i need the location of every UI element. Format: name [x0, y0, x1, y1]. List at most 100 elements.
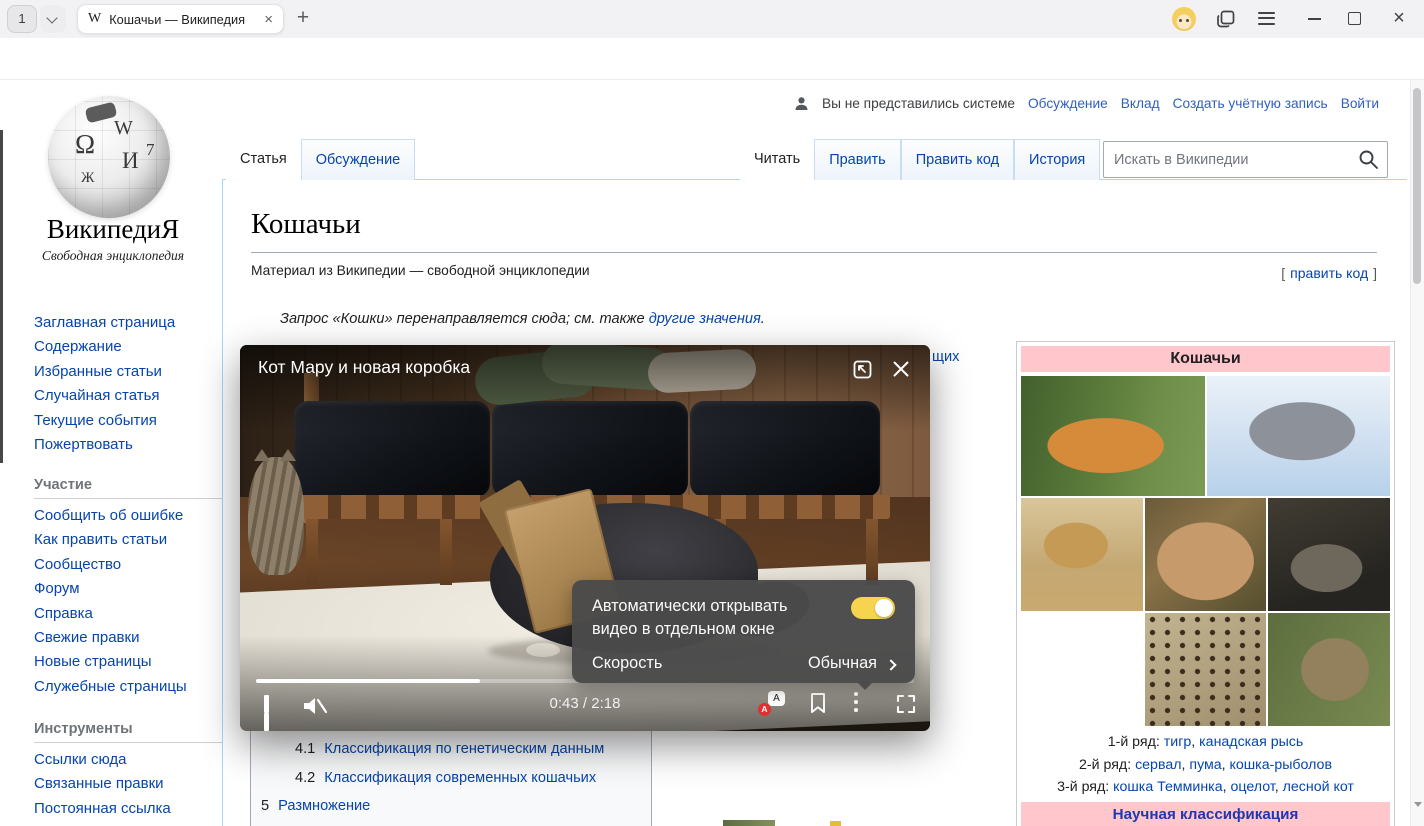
translate-icon[interactable]: A А	[758, 691, 785, 716]
sidebar-header-participation: Участие	[34, 477, 222, 499]
tab-edit-link[interactable]: Править	[829, 152, 886, 168]
sidebar-item-related-changes[interactable]: Связанные правки	[34, 772, 224, 796]
canada-lynx-image[interactable]	[1207, 376, 1391, 496]
menu-icon[interactable]	[1258, 12, 1275, 25]
tab-edit-source-link[interactable]: Править код	[916, 152, 999, 168]
article-text-fragment[interactable]: щих	[932, 349, 959, 365]
link-temminck[interactable]: кошка Темминка	[1113, 779, 1222, 795]
hatnote: Запрос «Кошки» перенаправляется сюда; см…	[280, 311, 765, 327]
hatnote-link[interactable]: другие значения	[649, 311, 761, 327]
restore-to-page-icon[interactable]	[851, 358, 874, 381]
speed-menu-item[interactable]: Скорость Обычная	[592, 654, 895, 673]
personal-link-login[interactable]: Войти	[1341, 96, 1379, 111]
puzzle-piece-dark	[85, 102, 118, 124]
sidebar-item-community[interactable]: Сообщество	[34, 553, 224, 577]
link-tiger[interactable]: тигр	[1164, 734, 1192, 750]
fullscreen-icon[interactable]	[894, 692, 918, 716]
link-lynx[interactable]: канадская рысь	[1199, 734, 1303, 750]
link-wildcat[interactable]: лесной кот	[1283, 779, 1354, 795]
tab-article[interactable]: Статья	[226, 139, 301, 180]
caption-row-2: 2-й ряд: сервал, пума, кошка-рыболов	[1020, 754, 1391, 777]
ocelot-image[interactable]	[1145, 613, 1267, 726]
personal-link-talk[interactable]: Обсуждение	[1028, 96, 1108, 111]
sidebar-item-new-pages[interactable]: Новые страницы	[34, 650, 224, 674]
taxobox-section-header: Научная классификация	[1021, 802, 1390, 826]
tab-close-icon[interactable]: ×	[264, 12, 273, 27]
sidebar-item-permanent-link[interactable]: Постоянная ссылка	[34, 797, 224, 821]
search-input[interactable]	[1104, 142, 1352, 177]
hatnote-text: .	[761, 311, 765, 327]
bracket: ]	[1373, 265, 1377, 281]
tab-talk-link[interactable]: Обсуждение	[316, 152, 400, 168]
sidebar-item-report-error[interactable]: Сообщить об ошибке	[34, 504, 224, 528]
video-close-icon[interactable]	[890, 358, 912, 380]
toc-item[interactable]: 4.2Классификация современных кошачьих	[251, 764, 651, 793]
temminck-cat-image[interactable]	[1021, 613, 1143, 726]
browser-tab[interactable]: W Кошачьи — Википедия ×	[77, 4, 284, 34]
sidebar-item-current-events[interactable]: Текущие события	[34, 409, 224, 433]
sidebar-header-tools: Инструменты	[34, 721, 222, 743]
video-player[interactable]: Кот Мару и новая коробка 0:43	[240, 345, 930, 731]
close-button[interactable]: ×	[1389, 5, 1409, 33]
bracket: [	[1281, 265, 1285, 281]
sidebar-item-random[interactable]: Случайная статья	[34, 384, 224, 408]
tab-counter-button[interactable]: 1	[7, 5, 37, 33]
wiki-search	[1103, 141, 1388, 178]
toc-link[interactable]: Классификация по генетическим данным	[324, 741, 604, 757]
tab-read[interactable]: Читать	[740, 139, 814, 180]
puma-image[interactable]	[1145, 498, 1267, 611]
wikipedia-globe-logo[interactable]: Ω W И 7 Ж	[48, 96, 170, 218]
sidebar-item-contents[interactable]: Содержание	[34, 335, 224, 359]
view-tabs: Читать Править Править код История	[740, 139, 1100, 180]
sidebar-item-help[interactable]: Справка	[34, 602, 224, 626]
sidebar-item-recent-changes[interactable]: Свежие правки	[34, 626, 224, 650]
profile-avatar[interactable]	[1172, 7, 1196, 31]
translate-bubble: A	[768, 691, 785, 706]
minimize-button[interactable]	[1308, 18, 1321, 20]
edit-source-link[interactable]: править код	[1290, 265, 1368, 281]
tab-panels-icon[interactable]	[1216, 9, 1236, 29]
fishing-cat-image[interactable]	[1268, 498, 1390, 611]
caption-row-3: 3-й ряд: кошка Темминка, оцелот, лесной …	[1020, 776, 1391, 799]
toc-link[interactable]: Классификация современных кошачьих	[324, 770, 596, 786]
personal-link-contributions[interactable]: Вклад	[1121, 96, 1160, 111]
sidebar-item-how-to-edit[interactable]: Как править статьи	[34, 528, 224, 552]
sidebar-item-special-pages[interactable]: Служебные страницы	[34, 675, 224, 699]
link-fishing-cat[interactable]: кошка-рыболов	[1230, 757, 1332, 773]
sidebar-item-what-links-here[interactable]: Ссылки сюда	[34, 748, 224, 772]
search-icon[interactable]	[1358, 149, 1379, 170]
personal-link-create-account[interactable]: Создать учётную запись	[1173, 96, 1328, 111]
auto-open-toggle[interactable]	[851, 597, 895, 619]
link-puma[interactable]: пума	[1189, 757, 1221, 773]
tabby-cat	[248, 457, 304, 575]
tab-list-button[interactable]	[40, 5, 66, 33]
tab-history-link[interactable]: История	[1029, 152, 1085, 168]
partial-icon	[830, 821, 841, 826]
sidebar-item-main-page[interactable]: Заглавная страница	[34, 311, 224, 335]
toc-item[interactable]: 6	[251, 821, 651, 826]
tab-strip: 1 W Кошачьи — Википедия × + ×	[0, 0, 1424, 38]
sidebar-item-featured[interactable]: Избранные статьи	[34, 360, 224, 384]
toc-item[interactable]: 5Размножение	[251, 792, 651, 821]
link-serval[interactable]: сервал	[1135, 757, 1181, 773]
tiger-image[interactable]	[1021, 376, 1205, 496]
title-rule	[251, 252, 1377, 253]
sidebar-item-forum[interactable]: Форум	[34, 577, 224, 601]
tab-history[interactable]: История	[1014, 139, 1100, 180]
tab-edit-source[interactable]: Править код	[901, 139, 1014, 180]
wikipedia-wordmark[interactable]: ВикипедиЯ	[0, 214, 226, 245]
wildcat-image[interactable]	[1268, 613, 1390, 726]
save-bookmark-icon[interactable]	[808, 691, 828, 715]
content-left-border	[222, 180, 223, 826]
scrollbar-thumb[interactable]	[1413, 88, 1421, 284]
new-tab-button[interactable]: +	[291, 3, 315, 33]
tab-edit[interactable]: Править	[814, 139, 901, 180]
page-scrollbar[interactable]	[1410, 80, 1424, 826]
serval-image[interactable]	[1021, 498, 1143, 611]
toc-link[interactable]: Размножение	[278, 798, 370, 814]
link-ocelot[interactable]: оцелот	[1230, 779, 1274, 795]
maximize-button[interactable]	[1348, 12, 1361, 25]
toc-item[interactable]: 4.1Классификация по генетическим данным	[251, 735, 651, 764]
tab-talk[interactable]: Обсуждение	[301, 139, 415, 180]
sidebar-item-donate[interactable]: Пожертвовать	[34, 433, 224, 457]
